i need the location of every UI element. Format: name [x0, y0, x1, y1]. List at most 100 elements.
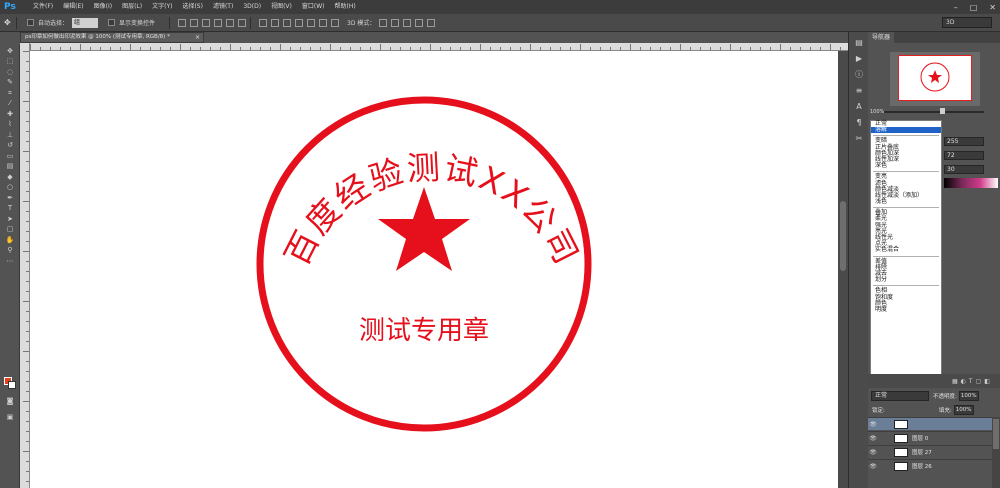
auto-select-dropdown[interactable]: 组: [72, 17, 99, 28]
menu-item[interactable]: 文件(F): [28, 0, 58, 14]
paragraph-panel-icon[interactable]: ¶: [853, 118, 865, 128]
dodge-tool-icon[interactable]: ○: [3, 183, 17, 192]
eraser-tool-icon[interactable]: ▭: [3, 152, 17, 161]
color-field-r[interactable]: 255: [944, 137, 984, 146]
history-brush-tool-icon[interactable]: ↺: [3, 141, 17, 150]
scrollbar-thumb[interactable]: [993, 419, 999, 449]
color-field-b[interactable]: 30: [944, 165, 984, 174]
close-icon[interactable]: ×: [195, 33, 200, 42]
zoom-slider-knob[interactable]: [940, 108, 945, 114]
menu-item[interactable]: 图像(I): [89, 0, 117, 14]
navigator-preview[interactable]: [890, 52, 980, 106]
move-tool-icon[interactable]: ✥: [3, 47, 17, 56]
align-top-icon[interactable]: [178, 18, 187, 27]
hand-tool-icon[interactable]: ✋: [3, 236, 17, 245]
zoom-tool-icon[interactable]: ⚲: [3, 246, 17, 255]
menu-item[interactable]: 滤镜(T): [208, 0, 238, 14]
show-transform-checkbox[interactable]: [108, 19, 116, 26]
menu-item[interactable]: 文字(Y): [147, 0, 177, 14]
shape-tool-icon[interactable]: ▢: [3, 225, 17, 234]
pen-tool-icon[interactable]: ✒: [3, 194, 17, 203]
scrollbar-thumb[interactable]: [840, 201, 846, 271]
rotate-3d-icon[interactable]: [379, 18, 388, 27]
screen-mode-icon[interactable]: ▣: [3, 413, 17, 422]
document-canvas[interactable]: 百度经验测试XX公司 测试专用章: [30, 51, 838, 488]
pan-3d-icon[interactable]: [403, 18, 412, 27]
layers-scrollbar[interactable]: [992, 417, 1000, 488]
lasso-tool-icon[interactable]: ◌: [3, 68, 17, 77]
distribute-center-icon[interactable]: [307, 18, 316, 27]
move-tool-icon[interactable]: ✥: [4, 18, 12, 27]
filter-pixel-icon[interactable]: ▦: [952, 378, 958, 385]
distribute-left-icon[interactable]: [295, 18, 304, 27]
fill-field[interactable]: 100%: [953, 404, 974, 415]
menu-item[interactable]: 编辑(E): [58, 0, 88, 14]
blend-option[interactable]: 浅色: [871, 198, 941, 205]
path-select-tool-icon[interactable]: ➤: [3, 215, 17, 224]
blend-option[interactable]: 划分: [871, 276, 941, 283]
tool-presets-icon[interactable]: ✂: [853, 134, 865, 144]
slide-3d-icon[interactable]: [415, 18, 424, 27]
filter-type-icon[interactable]: T: [969, 378, 973, 385]
close-icon[interactable]: ✕: [989, 3, 996, 12]
filter-adjust-icon[interactable]: ◐: [961, 378, 966, 385]
visibility-eye-icon[interactable]: 👁: [868, 421, 878, 428]
filter-shape-icon[interactable]: ▢: [976, 378, 982, 385]
visibility-eye-icon[interactable]: 👁: [868, 463, 878, 470]
zoom-slider[interactable]: [884, 111, 984, 113]
distribute-bottom-icon[interactable]: [283, 18, 292, 27]
blend-option[interactable]: 实色混合: [871, 247, 941, 253]
blend-option[interactable]: 溶解: [871, 126, 941, 134]
blend-option[interactable]: 明度: [871, 306, 941, 313]
eyedropper-tool-icon[interactable]: ⁄: [3, 99, 17, 108]
layer-blend-mode-select[interactable]: 正常: [871, 391, 929, 401]
align-right-icon[interactable]: [238, 18, 247, 27]
layer-row[interactable]: 👁: [868, 417, 992, 430]
layer-row[interactable]: 👁 图层 0: [868, 431, 992, 444]
tab-navigator[interactable]: 导航器: [868, 32, 895, 43]
align-bottom-icon[interactable]: [202, 18, 211, 27]
opacity-field[interactable]: 100%: [958, 391, 979, 401]
menu-item[interactable]: 图层(L): [117, 0, 147, 14]
color-field-g[interactable]: 72: [944, 151, 984, 160]
type-tool-icon[interactable]: T: [3, 204, 17, 213]
auto-select-checkbox[interactable]: [27, 19, 34, 26]
healing-brush-tool-icon[interactable]: ✚: [3, 110, 17, 119]
info-panel-icon[interactable]: ⓘ: [853, 70, 865, 80]
roll-3d-icon[interactable]: [391, 18, 400, 27]
menu-item[interactable]: 3D(D): [238, 0, 266, 14]
minimize-icon[interactable]: –: [954, 3, 958, 12]
menu-item[interactable]: 视图(V): [266, 0, 297, 14]
clone-stamp-tool-icon[interactable]: ⊥: [3, 131, 17, 140]
layer-row[interactable]: 👁 图层 26: [868, 459, 992, 472]
maximize-icon[interactable]: □: [970, 3, 978, 12]
gradient-tool-icon[interactable]: ▤: [3, 162, 17, 171]
blend-option[interactable]: 深色: [871, 162, 941, 169]
menu-item[interactable]: 窗口(W): [297, 0, 330, 14]
align-left-icon[interactable]: [214, 18, 223, 27]
vertical-scrollbar[interactable]: [838, 51, 848, 488]
visibility-eye-icon[interactable]: 👁: [868, 435, 878, 442]
menu-item[interactable]: 帮助(H): [330, 0, 361, 14]
filter-smart-icon[interactable]: ◧: [984, 378, 990, 385]
more-tools-icon[interactable]: ⋯: [3, 257, 17, 266]
workspace-dropdown[interactable]: 3D: [942, 17, 992, 28]
visibility-eye-icon[interactable]: 👁: [868, 449, 878, 456]
marquee-tool-icon[interactable]: ⬚: [3, 57, 17, 66]
quick-select-tool-icon[interactable]: ✎: [3, 78, 17, 87]
distribute-top-icon[interactable]: [259, 18, 268, 27]
background-color-swatch[interactable]: [8, 381, 16, 389]
brush-tool-icon[interactable]: ⌇: [3, 120, 17, 129]
align-center-icon[interactable]: [226, 18, 235, 27]
menu-item[interactable]: 选择(S): [177, 0, 208, 14]
quick-mask-icon[interactable]: ◙: [3, 397, 17, 406]
history-panel-icon[interactable]: ▤: [853, 38, 865, 48]
crop-tool-icon[interactable]: ⌗: [3, 89, 17, 98]
auto-align-icon[interactable]: [331, 18, 340, 27]
layer-row[interactable]: 👁 图层 27: [868, 445, 992, 458]
actions-panel-icon[interactable]: ▶: [853, 54, 865, 64]
distribute-middle-icon[interactable]: [271, 18, 280, 27]
character-panel-icon[interactable]: A: [853, 102, 865, 112]
color-ramp[interactable]: [944, 178, 998, 188]
distribute-right-icon[interactable]: [319, 18, 328, 27]
